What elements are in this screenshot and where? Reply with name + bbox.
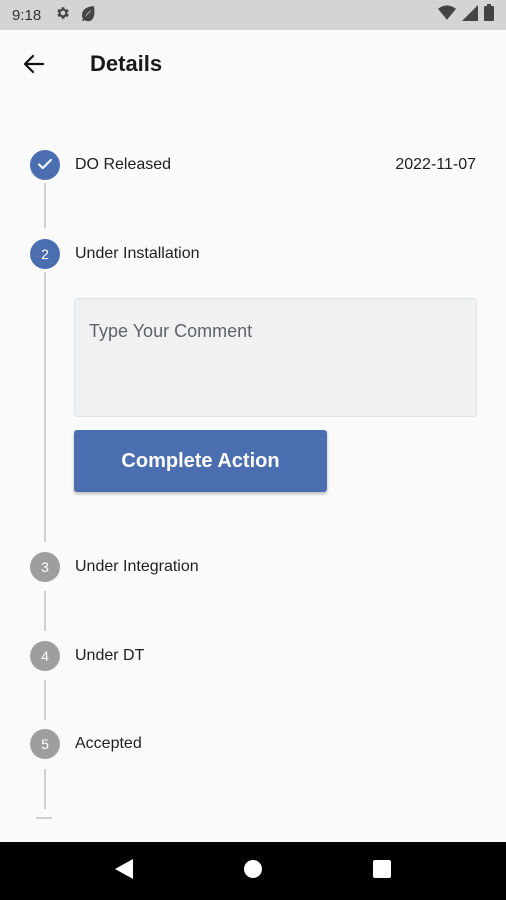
check-icon (36, 155, 54, 176)
home-circle-icon (243, 859, 263, 884)
step-do-released[interactable]: DO Released 2022-11-07 (0, 150, 506, 182)
step-circle: 2 (30, 239, 60, 269)
wifi-icon (438, 5, 456, 26)
page-title: Details (90, 51, 163, 76)
nav-home-button[interactable] (233, 851, 273, 891)
leaf-icon (79, 4, 97, 27)
gear-icon (55, 5, 71, 26)
step-connector (44, 769, 46, 809)
nav-back-button[interactable] (104, 851, 144, 891)
system-nav-bar (0, 842, 506, 900)
step-label: Under DT (75, 647, 145, 664)
complete-action-button[interactable]: Complete Action (74, 430, 327, 492)
step-circle: 3 (30, 552, 60, 582)
recents-square-icon (372, 859, 391, 883)
status-time: 9:18 (12, 6, 42, 24)
step-connector (36, 817, 52, 819)
step-connector (44, 680, 46, 720)
app-bar: Details (0, 30, 506, 100)
back-button[interactable] (20, 52, 48, 80)
step-label: Under Installation (75, 245, 200, 262)
step-connector (44, 591, 46, 631)
step-circle: 5 (30, 729, 60, 759)
step-label: DO Released (75, 156, 172, 173)
step-under-dt[interactable]: 4 Under DT (0, 641, 506, 673)
status-left-icons (55, 4, 97, 27)
battery-icon (484, 4, 494, 26)
arrow-left-icon (22, 52, 46, 81)
step-connector (44, 272, 46, 542)
step-under-installation[interactable]: 2 Under Installation (0, 239, 506, 271)
status-right-icons (438, 4, 494, 26)
step-under-integration[interactable]: 3 Under Integration (0, 552, 506, 584)
step-accepted[interactable]: 5 Accepted (0, 729, 506, 761)
comment-input[interactable] (74, 298, 477, 417)
step-circle: 4 (30, 641, 60, 671)
step-date: 2022-11-07 (395, 156, 476, 173)
step-connector (44, 183, 46, 228)
back-triangle-icon (115, 858, 134, 884)
step-circle (30, 150, 60, 180)
step-label: Under Integration (75, 558, 199, 575)
nav-recents-button[interactable] (362, 851, 402, 891)
status-bar: 9:18 (0, 0, 506, 30)
step-label: Accepted (75, 735, 142, 752)
signal-icon (462, 4, 478, 26)
